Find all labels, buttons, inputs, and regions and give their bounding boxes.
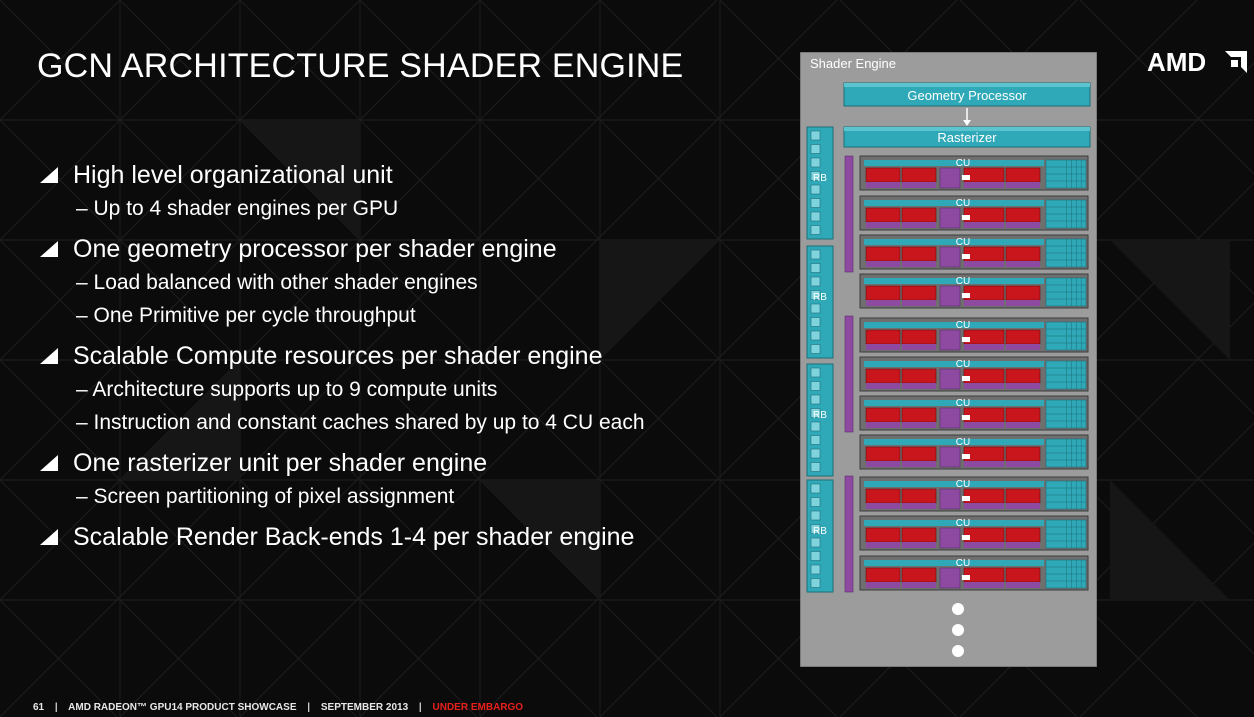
sub-bullet: – Instruction and constant caches shared… (76, 411, 645, 434)
sub-bullet: – Screen partitioning of pixel assignmen… (76, 485, 455, 508)
amd-logo-text: AMD (1147, 48, 1206, 76)
footer-event: AMD RADEON™ GPU14 PRODUCT SHOWCASE (68, 702, 297, 713)
ellipsis-dot (952, 603, 964, 615)
bullet-item: High level organizational unit (38, 158, 778, 192)
cu-label: CU (956, 359, 970, 370)
compute-unit: CU (859, 317, 1089, 353)
amd-arrow-icon (1225, 51, 1247, 73)
compute-unit: CU (859, 195, 1089, 231)
rb-label: RB (813, 526, 827, 537)
cu-label: CU (956, 518, 970, 529)
footer: 61 | AMD RADEON™ GPU14 PRODUCT SHOWCASE … (33, 702, 523, 713)
render-backend: RB (806, 245, 834, 359)
compute-units: CU CU CU CU CU CU CU CU CU CU CU (844, 155, 1089, 593)
bullet-text: One rasterizer unit per shader engine (73, 449, 488, 477)
compute-unit: CU (859, 515, 1089, 551)
rb-label: RB (813, 292, 827, 303)
compute-unit: CU (859, 555, 1089, 591)
triangle-bullet-icon (40, 455, 58, 471)
cu-label: CU (956, 437, 970, 448)
sub-bullet: – Architecture supports up to 9 compute … (76, 378, 498, 401)
compute-unit: CU (859, 434, 1089, 470)
bullet-text: High level organizational unit (73, 161, 393, 189)
compute-unit: CU (859, 234, 1089, 270)
footer-date: SEPTEMBER 2013 (320, 702, 409, 713)
bullet-item: Scalable Compute resources per shader en… (38, 339, 778, 373)
shared-cache-bar (844, 155, 854, 273)
triangle-bullet-icon (40, 241, 58, 257)
geometry-processor-label: Geometry Processor (907, 88, 1027, 103)
sub-bullet: – Up to 4 shader engines per GPU (76, 197, 399, 220)
cu-label: CU (956, 198, 970, 209)
render-backend: RB (806, 126, 834, 240)
compute-unit: CU (859, 356, 1089, 392)
render-backend: RB (806, 479, 834, 593)
shader-engine-diagram: Shader Engine Geometry Processor Rasteri… (800, 52, 1097, 667)
triangle-bullet-icon (40, 348, 58, 364)
rb-label: RB (813, 410, 827, 421)
amd-logo: AMD (1147, 48, 1247, 76)
bullet-item: One geometry processor per shader engine (38, 232, 778, 266)
cu-label: CU (956, 479, 970, 490)
rasterizer-block: Rasterizer (843, 126, 1091, 148)
sub-bullet: – One Primitive per cycle throughput (76, 304, 416, 327)
bullet-item: One rasterizer unit per shader engine (38, 446, 778, 480)
cu-label: CU (956, 158, 970, 169)
ellipsis-dot (952, 645, 964, 657)
geometry-processor-block: Geometry Processor (843, 82, 1091, 107)
ellipsis-dot (952, 624, 964, 636)
sub-bullet: – Load balanced with other shader engine… (76, 271, 478, 294)
cu-label: CU (956, 237, 970, 248)
shared-cache-bar (844, 475, 854, 593)
footer-separator: | (307, 702, 311, 713)
cu-label: CU (956, 276, 970, 287)
bullet-text: Scalable Compute resources per shader en… (73, 342, 603, 370)
rasterizer-label: Rasterizer (937, 130, 997, 145)
render-backend: RB (806, 363, 834, 477)
bullet-text: Scalable Render Back-ends 1-4 per shader… (73, 523, 635, 551)
bullet-list: High level organizational unit – Up to 4… (38, 158, 778, 554)
shared-cache-bar (844, 315, 854, 433)
bullet-item: Scalable Render Back-ends 1-4 per shader… (38, 520, 778, 554)
page-number: 61 (33, 702, 45, 713)
triangle-bullet-icon (40, 167, 58, 183)
footer-embargo: UNDER EMBARGO (432, 702, 524, 713)
footer-separator: | (418, 702, 422, 713)
ellipsis-dots (952, 603, 964, 657)
cu-label: CU (956, 558, 970, 569)
cu-label: CU (956, 320, 970, 331)
rb-label: RB (813, 173, 827, 184)
compute-unit: CU (859, 476, 1089, 512)
bullet-text: One geometry processor per shader engine (73, 235, 557, 263)
footer-separator: | (54, 702, 58, 713)
compute-unit: CU (859, 273, 1089, 309)
compute-unit: CU (859, 155, 1089, 191)
panel-label: Shader Engine (810, 56, 896, 71)
triangle-bullet-icon (40, 529, 58, 545)
compute-unit: CU (859, 395, 1089, 431)
cu-label: CU (956, 398, 970, 409)
slide-title: GCN ARCHITECTURE SHADER ENGINE (37, 47, 684, 85)
